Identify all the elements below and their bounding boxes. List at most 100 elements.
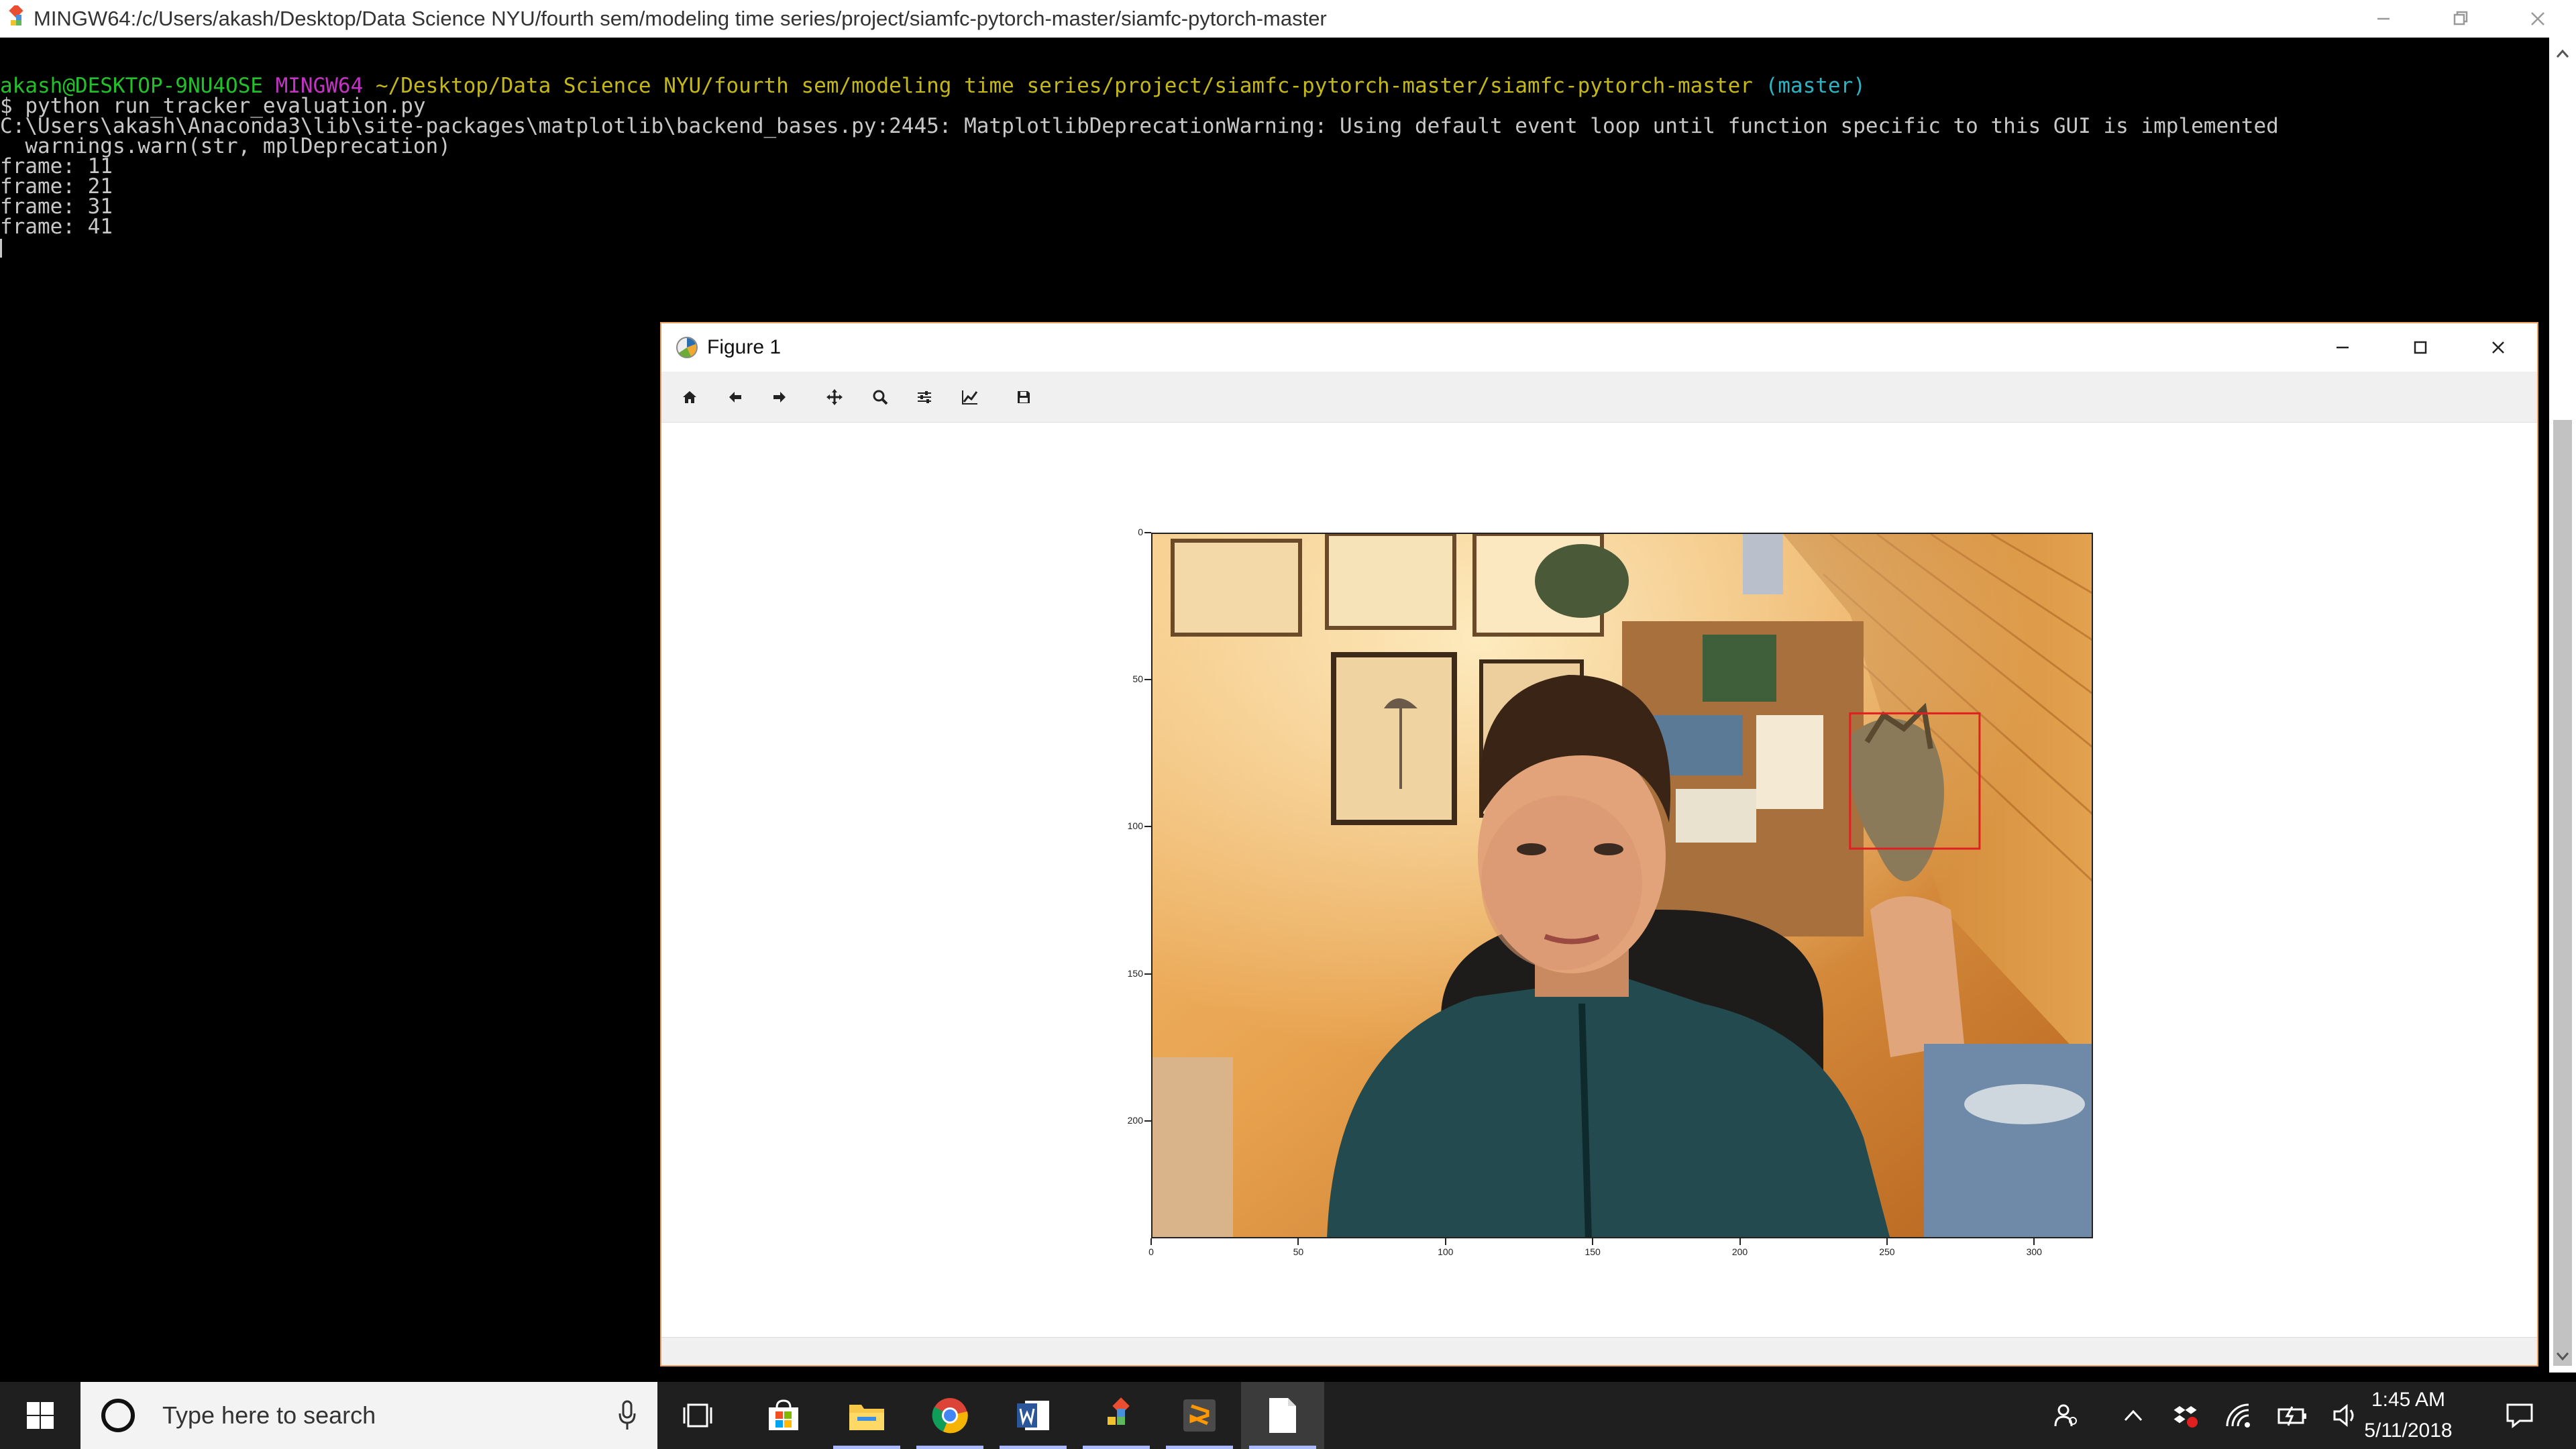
home-icon [683,391,696,403]
y-tick-label: 150 [1127,967,1143,979]
scrollbar-thumb[interactable] [2553,420,2572,1366]
forward-arrow-icon [773,392,786,402]
x-tick-label: 250 [1879,1246,1895,1257]
y-tick-label: 0 [1138,527,1143,537]
battery-tray[interactable] [2266,1382,2320,1449]
store-app[interactable] [742,1382,825,1449]
desktop: MINGW64:/c/Users/akash/Desktop/Data Scie… [0,0,2576,1449]
store-icon [769,1399,798,1430]
y-tick-mark [1144,973,1151,975]
minimize-icon [2377,17,2390,20]
back-button[interactable] [716,378,754,416]
close-icon [2492,341,2504,354]
taskbar-clock[interactable]: 1:45 AM 5/11/2018 [2361,1382,2455,1449]
people-icon [2054,1404,2077,1427]
clock-time: 1:45 AM [2371,1389,2446,1411]
x-tick-mark [2033,1238,2035,1245]
minimize-icon [2337,346,2349,349]
search-placeholder: Type here to search [162,1401,376,1429]
maximize-icon [2414,341,2427,354]
terminal-window-controls [2345,0,2576,38]
close-icon [2530,12,2544,25]
network-tray[interactable] [2212,1382,2266,1449]
figure-toolbar [661,372,2537,423]
figure-minimize-button[interactable] [2304,323,2381,372]
prompt-path: ~/Desktop/Data Science NYU/fourth sem/mo… [375,74,1753,98]
scroll-up-icon[interactable] [2549,40,2576,67]
word-app[interactable] [991,1382,1075,1449]
prompt-line: akash@DESKTOP-9NU4OSE MINGW64 ~/Desktop/… [0,74,2549,98]
x-tick-mark [1444,1238,1446,1245]
terminal-line: C:\Users\akash\Anaconda3\lib\site-packag… [0,114,2279,138]
edit-axis-button[interactable] [951,378,989,416]
dropbox-icon [2174,1405,2198,1428]
windows-logo-icon [27,1402,54,1429]
notification-icon [2506,1403,2533,1429]
chrome-app[interactable] [908,1382,991,1449]
chrome-icon [932,1398,968,1434]
document-app[interactable] [1241,1382,1324,1449]
figure-window[interactable]: Figure 1 0 50 100 150 200 0 50 100 150 2… [660,322,2538,1366]
taskbar: Type here to search 1:45 AM 5/11/2018 [0,1382,2576,1449]
x-tick-mark [1297,1238,1299,1245]
start-button[interactable] [0,1382,80,1449]
zoom-button[interactable] [861,378,899,416]
terminal-line: frame: 41 [0,215,113,239]
close-button[interactable] [2499,0,2576,38]
x-tick-label: 300 [2026,1246,2042,1257]
restore-icon [2453,11,2467,25]
y-tick-label: 50 [1132,674,1143,685]
cursor-line [0,237,2549,258]
dropbox-tray[interactable] [2159,1382,2212,1449]
clock-date: 5/11/2018 [2364,1419,2453,1442]
terminal-line: frame: 31 [0,195,113,219]
action-center-button[interactable] [2493,1382,2546,1449]
file-explorer-app[interactable] [825,1382,908,1449]
sublime-app[interactable] [1158,1382,1241,1449]
y-tick-mark [1144,532,1151,533]
y-tick-mark [1144,679,1151,681]
matplotlib-icon [676,337,698,358]
home-button[interactable] [671,378,708,416]
git-icon [1108,1397,1130,1425]
word-icon [1017,1401,1049,1430]
file-explorer-icon [849,1405,884,1430]
y-tick-mark [1144,826,1151,828]
figure-close-button[interactable] [2459,323,2537,372]
chevron-up-icon [2124,1409,2143,1421]
restore-button[interactable] [2422,0,2499,38]
terminal-title: MINGW64:/c/Users/akash/Desktop/Data Scie… [34,7,1327,30]
figure-titlebar[interactable]: Figure 1 [661,323,2537,372]
figure-maximize-button[interactable] [2381,323,2459,372]
image-axes[interactable] [1151,533,2093,1238]
save-button[interactable] [1005,378,1042,416]
save-icon [1018,391,1030,403]
x-tick-mark [1150,1238,1152,1245]
task-view-button[interactable] [656,1382,739,1449]
people-button[interactable] [2039,1382,2093,1449]
x-tick-label: 150 [1585,1246,1601,1257]
y-tick-mark [1144,1120,1151,1122]
back-arrow-icon [729,392,741,402]
wifi-icon [2226,1403,2250,1428]
subplots-button[interactable] [906,378,943,416]
zoom-icon [873,390,888,405]
terminal-cursor [0,238,2,258]
sublime-icon [1183,1399,1216,1432]
forward-button[interactable] [761,378,798,416]
x-tick-mark [1886,1238,1888,1245]
minimize-button[interactable] [2345,0,2422,38]
pan-button[interactable] [816,378,853,416]
terminal-line: frame: 21 [0,174,113,199]
terminal-titlebar[interactable]: MINGW64:/c/Users/akash/Desktop/Data Scie… [0,0,2576,38]
git-app[interactable] [1075,1382,1158,1449]
x-tick-label: 100 [1438,1246,1454,1257]
battery-icon [2277,1406,2306,1426]
figure-canvas[interactable]: 0 50 100 150 200 0 50 100 150 200 250 300 [661,423,2537,1338]
microphone-icon[interactable] [617,1400,637,1431]
scroll-down-icon[interactable] [2549,1343,2576,1370]
edit-axis-icon [962,390,978,405]
terminal-scrollbar[interactable] [2549,38,2576,1373]
taskbar-search-box[interactable]: Type here to search [80,1382,657,1449]
show-hidden-icons-button[interactable] [2106,1382,2160,1449]
